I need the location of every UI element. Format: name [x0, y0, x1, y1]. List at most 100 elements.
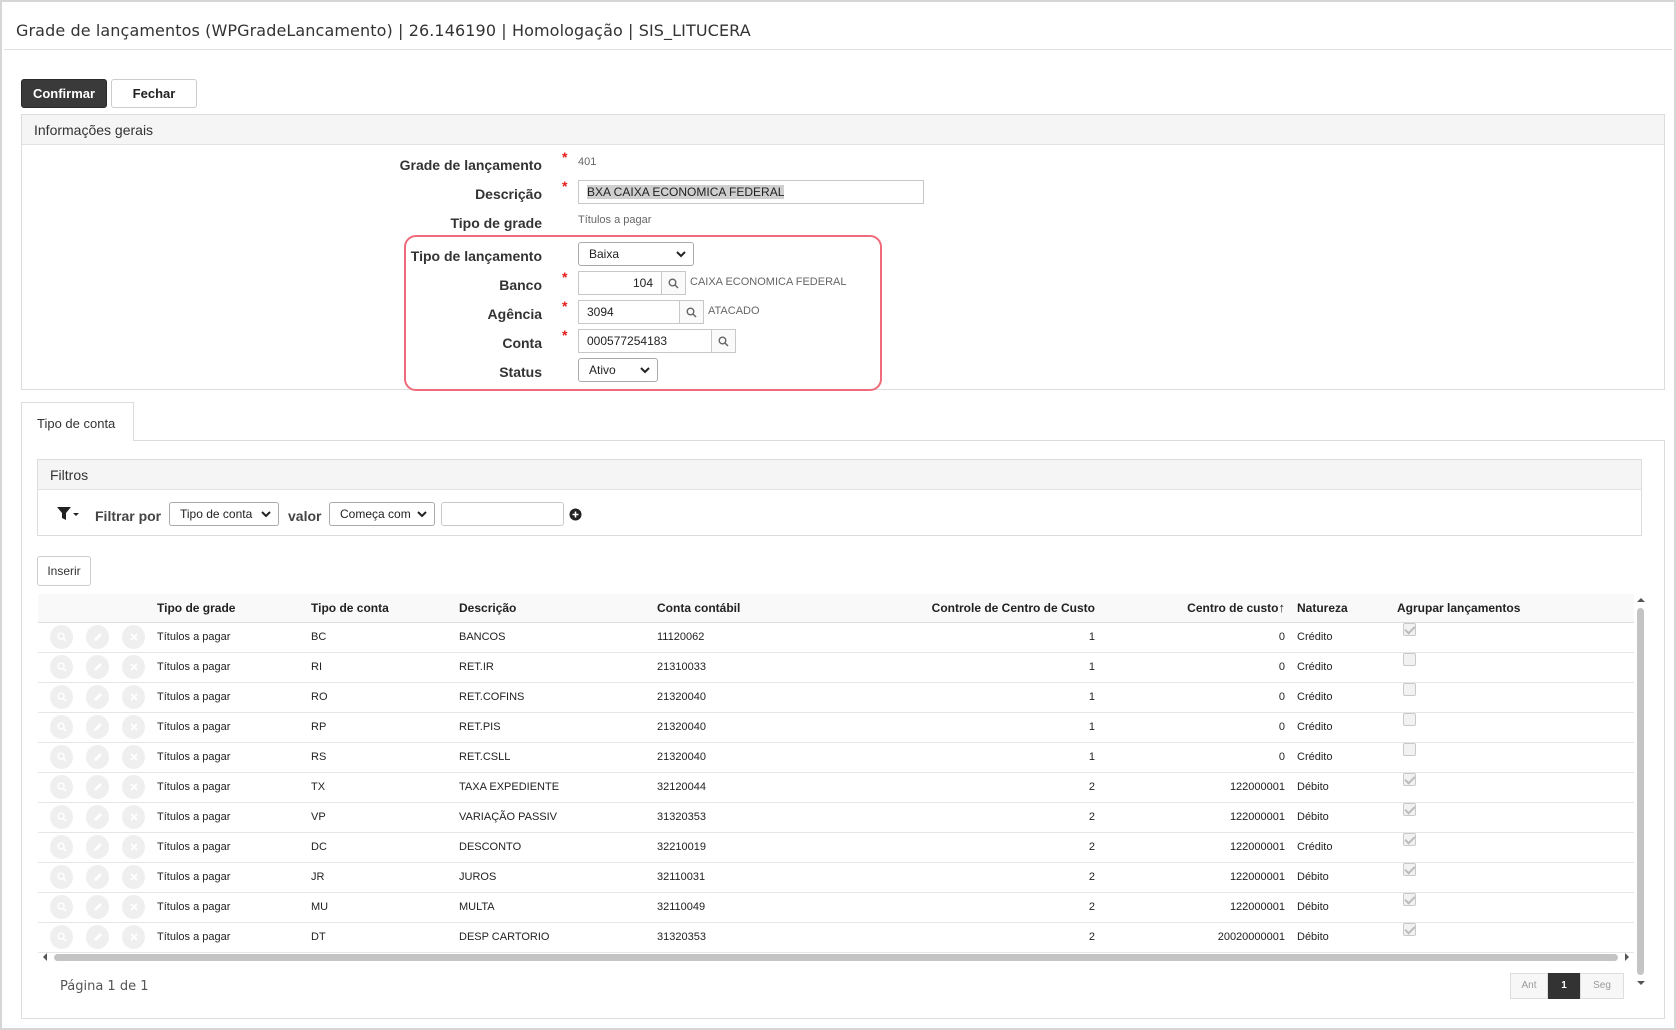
cell-agrupar — [1391, 922, 1634, 953]
view-icon[interactable] — [50, 775, 73, 799]
status-select[interactable]: Ativo — [578, 358, 658, 382]
scroll-down-icon[interactable] — [1636, 979, 1646, 987]
view-icon[interactable] — [50, 895, 73, 919]
table-row[interactable]: Títulos a pagar MU MULTA 32110049 2 122000001… — [38, 892, 1634, 923]
table-row[interactable]: Títulos a pagar RO RET.COFINS 21320040 1 0 Cré… — [38, 682, 1634, 713]
delete-icon[interactable] — [122, 655, 145, 679]
edit-icon[interactable] — [86, 625, 109, 649]
close-button[interactable]: Fechar — [111, 79, 197, 108]
view-icon[interactable] — [50, 655, 73, 679]
edit-icon[interactable] — [86, 685, 109, 709]
table-row[interactable]: Títulos a pagar DT DESP CARTORIO 31320353 2 2… — [38, 922, 1634, 953]
view-icon[interactable] — [50, 685, 73, 709]
next-page-button[interactable]: Seg — [1580, 973, 1624, 999]
agrupar-checkbox[interactable] — [1403, 773, 1416, 786]
column-header-tipo-grade[interactable]: Tipo de grade — [151, 594, 305, 623]
delete-icon[interactable] — [122, 925, 145, 949]
cell-tipo-conta: RS — [305, 742, 453, 773]
view-icon[interactable] — [50, 925, 73, 949]
vertical-scroll-thumb[interactable] — [1637, 608, 1644, 975]
edit-icon[interactable] — [86, 865, 109, 889]
delete-icon[interactable] — [122, 835, 145, 859]
agrupar-checkbox[interactable] — [1403, 713, 1416, 726]
column-header-natureza[interactable]: Natureza — [1291, 594, 1391, 623]
view-icon[interactable] — [50, 715, 73, 739]
agrupar-checkbox[interactable] — [1403, 803, 1416, 816]
tipo-lancamento-select[interactable]: Baixa — [578, 242, 694, 266]
cell-controle-cc: 2 — [791, 832, 1101, 863]
column-header-conta-contabil[interactable]: Conta contábil — [651, 594, 791, 623]
delete-icon[interactable] — [122, 625, 145, 649]
cell-tipo-conta: TX — [305, 772, 453, 803]
view-icon[interactable] — [50, 625, 73, 649]
edit-icon[interactable] — [86, 925, 109, 949]
cell-centro-custo: 0 — [1101, 712, 1291, 743]
agencia-lookup-button[interactable] — [680, 300, 704, 324]
cell-tipo-grade: Títulos a pagar — [151, 622, 305, 653]
edit-icon[interactable] — [86, 805, 109, 829]
delete-icon[interactable] — [122, 775, 145, 799]
column-header-tipo-conta[interactable]: Tipo de conta — [305, 594, 453, 623]
delete-icon[interactable] — [122, 865, 145, 889]
filter-operator-select[interactable]: Começa com — [329, 502, 435, 526]
horizontal-scroll-thumb[interactable] — [54, 954, 1618, 961]
delete-icon[interactable] — [122, 805, 145, 829]
agrupar-checkbox[interactable] — [1403, 743, 1416, 756]
agencia-input[interactable]: 3094 — [578, 300, 680, 324]
prev-page-button[interactable]: Ant — [1510, 973, 1548, 999]
current-page-button[interactable]: 1 — [1548, 973, 1580, 999]
horizontal-scrollbar[interactable] — [38, 950, 1634, 964]
edit-icon[interactable] — [86, 655, 109, 679]
insert-button[interactable]: Inserir — [37, 556, 91, 586]
agrupar-checkbox[interactable] — [1403, 683, 1416, 696]
conta-lookup-button[interactable] — [712, 329, 736, 353]
banco-lookup-button[interactable] — [662, 271, 686, 295]
column-header-controle-cc[interactable]: Controle de Centro de Custo — [791, 594, 1101, 623]
view-icon[interactable] — [50, 865, 73, 889]
delete-icon[interactable] — [122, 715, 145, 739]
delete-icon[interactable] — [122, 685, 145, 709]
column-header-descricao[interactable]: Descrição — [453, 594, 651, 623]
edit-icon[interactable] — [86, 745, 109, 769]
banco-input[interactable]: 104 — [578, 271, 662, 295]
scroll-left-icon[interactable] — [41, 952, 49, 962]
edit-icon[interactable] — [86, 715, 109, 739]
filter-value-input[interactable] — [441, 502, 564, 526]
table-row[interactable]: Títulos a pagar VP VARIAÇÃO PASSIV 31320353… — [38, 802, 1634, 833]
table-row[interactable]: Títulos a pagar RP RET.PIS 21320040 1 0 Crédit… — [38, 712, 1634, 743]
agrupar-checkbox[interactable] — [1403, 923, 1416, 936]
conta-input[interactable]: 000577254183 — [578, 329, 712, 353]
filter-icon[interactable] — [56, 505, 80, 523]
table-row[interactable]: Títulos a pagar BC BANCOS 11120062 1 0 Crédito — [38, 622, 1634, 653]
view-icon[interactable] — [50, 835, 73, 859]
descricao-input[interactable]: BXA CAIXA ECONOMICA FEDERAL — [578, 180, 924, 204]
filter-field-select[interactable]: Tipo de conta — [169, 502, 279, 526]
agrupar-checkbox[interactable] — [1403, 833, 1416, 846]
agrupar-checkbox[interactable] — [1403, 863, 1416, 876]
delete-icon[interactable] — [122, 895, 145, 919]
agrupar-checkbox[interactable] — [1403, 623, 1416, 636]
edit-icon[interactable] — [86, 895, 109, 919]
confirm-button[interactable]: Confirmar — [21, 79, 107, 108]
column-header-agrupar[interactable]: Agrupar lançamentos — [1391, 594, 1634, 623]
tab-tipo-de-conta[interactable]: Tipo de conta — [21, 402, 134, 441]
window-title: Grade de lançamentos (WPGradeLancamento)… — [4, 4, 1672, 50]
edit-icon[interactable] — [86, 835, 109, 859]
agrupar-checkbox[interactable] — [1403, 653, 1416, 666]
agrupar-checkbox[interactable] — [1403, 893, 1416, 906]
add-filter-icon[interactable] — [569, 508, 582, 521]
scroll-up-icon[interactable] — [1636, 596, 1646, 604]
table-row[interactable]: Títulos a pagar TX TAXA EXPEDIENTE 32120044… — [38, 772, 1634, 803]
table-row[interactable]: Títulos a pagar DC DESCONTO 32210019 2 122000… — [38, 832, 1634, 863]
table-row[interactable]: Títulos a pagar JR JUROS 32110031 2 122000001… — [38, 862, 1634, 893]
vertical-scrollbar[interactable] — [1634, 594, 1648, 989]
delete-icon[interactable] — [122, 745, 145, 769]
view-icon[interactable] — [50, 745, 73, 769]
cell-tipo-conta: RP — [305, 712, 453, 743]
table-row[interactable]: Títulos a pagar RI RET.IR 21310033 1 0 Crédito — [38, 652, 1634, 683]
column-header-centro-custo[interactable]: Centro de custo↑ — [1101, 594, 1291, 623]
view-icon[interactable] — [50, 805, 73, 829]
table-row[interactable]: Títulos a pagar RS RET.CSLL 21320040 1 0 Crédi… — [38, 742, 1634, 773]
edit-icon[interactable] — [86, 775, 109, 799]
scroll-right-icon[interactable] — [1623, 952, 1631, 962]
